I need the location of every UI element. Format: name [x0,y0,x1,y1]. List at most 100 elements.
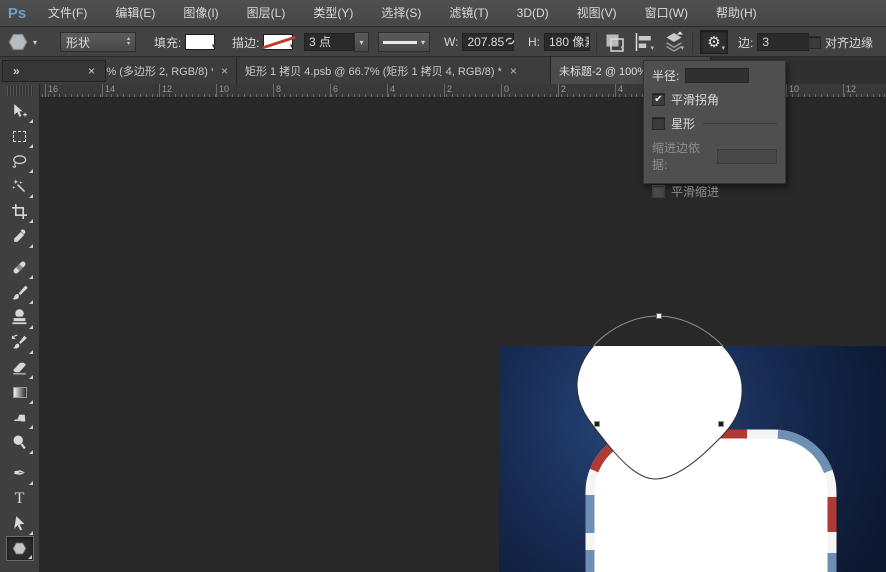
tool-preset-hexagon-icon[interactable] [6,31,30,53]
collapse-panel-icon[interactable]: » [13,61,20,81]
radius-field[interactable] [685,68,750,83]
ruler-label: 8 [276,84,282,94]
spot-healing-brush-tool[interactable] [6,255,34,280]
tool-mode-select[interactable]: 形状 ▴ ▾ [60,32,136,52]
stroke-style-line-icon [383,40,417,44]
fill-color-swatch[interactable]: ▾ [185,34,216,50]
tool-flyout-icon [28,144,33,148]
fill-dropdown-icon: ▾ [211,43,216,50]
tab-title: 矩形 1 拷贝 4.psb @ 66.7% (矩形 1 拷贝 4, RGB/8)… [245,65,502,78]
polygon-options-popup: 半径: ✔ 平滑拐角 星形 缩进边依据: 平滑缩进 [643,60,786,199]
tools-panel: ☛ ✒ T [0,84,40,572]
ruler-label: 10 [789,84,800,94]
tool-flyout-icon [28,450,33,454]
smooth-indent-checkbox [652,185,665,198]
align-edges-checkbox[interactable] [808,35,821,49]
width-label: W: [444,35,459,49]
clone-stamp-tool[interactable] [6,305,34,330]
tab-close-icon[interactable]: × [221,64,228,78]
document-tab-1[interactable]: 矩形 1 拷贝 4.psb @ 66.7% (矩形 1 拷贝 4, RGB/8)… [237,57,551,84]
tool-flyout-icon [28,119,33,123]
geometry-options-gear-button[interactable]: ⚙ ▾ [700,30,728,54]
gear-icon: ⚙ [707,33,721,51]
link-dimensions-icon[interactable] [502,35,518,50]
menu-item-8[interactable]: 视图(V) [563,0,631,26]
star-label: 星形 [671,117,696,131]
stroke-width-dropdown[interactable]: ▾ [354,32,369,52]
separator [692,31,693,53]
tool-flyout-icon [28,244,33,248]
smooth-corners-checkbox[interactable]: ✔ [652,93,665,106]
shape-height-field[interactable]: 180 像素 [544,33,590,51]
stroke-width-field[interactable]: 3 点 [304,33,354,51]
rectangular-marquee-tool[interactable] [6,124,34,149]
history-brush-tool[interactable] [6,330,34,355]
menu-item-10[interactable]: 帮助(H) [702,0,771,26]
tool-flyout-icon [28,300,33,304]
move-tool[interactable] [6,99,34,124]
eraser-tool[interactable] [6,355,34,380]
magic-wand-tool[interactable] [6,174,34,199]
menu-item-3[interactable]: 图层(L) [233,0,300,26]
path-operations-button[interactable]: ▾ [602,31,626,53]
tool-flyout-icon [28,425,33,429]
indent-by-label: 缩进边依据: [652,141,701,172]
tool-flyout-icon [28,219,33,223]
radius-label: 半径: [652,69,680,83]
tool-flyout-icon [28,325,33,329]
ruler-label: 16 [48,84,59,94]
crop-tool[interactable] [6,199,34,224]
tool-flyout-icon [28,481,33,485]
menu-item-1[interactable]: 编辑(E) [101,0,169,26]
pen-tool[interactable]: ✒ [6,461,34,486]
path-alignment-button[interactable]: ▾ [632,31,656,53]
brush-tool[interactable] [6,280,34,305]
height-label: H: [528,35,540,49]
smooth-corners-label: 平滑拐角 [671,93,720,107]
close-panel-icon[interactable]: × [88,61,95,81]
tool-flyout-icon [28,375,33,379]
stroke-color-swatch[interactable]: ▾ [262,34,296,50]
menu-item-4[interactable]: 类型(Y) [299,0,367,26]
type-tool[interactable]: T [6,486,34,511]
sides-field[interactable]: 3 [757,33,810,51]
stroke-dropdown-icon: ▾ [289,43,294,50]
tool-flyout-icon [27,555,32,559]
star-checkbox[interactable] [652,117,665,130]
tool-flyout-icon [28,350,33,354]
menu-item-9[interactable]: 窗口(W) [631,0,702,26]
stroke-label: 描边: [232,35,260,50]
menu-item-2[interactable]: 图像(I) [169,0,232,26]
tab-close-icon[interactable]: × [510,64,517,78]
ruler-label: 10 [219,84,230,94]
separator [596,31,597,53]
ruler-label: 6 [333,84,339,94]
tool-options-bar: ▾ 形状 ▴ ▾ 填充: ▾ 描边: ▾ 3 点 ▾ ▾ W: 207.85 H… [0,27,886,57]
lasso-tool[interactable] [6,149,34,174]
ruler-label: 12 [162,84,173,94]
anchor-point-top[interactable] [656,313,662,319]
smudge-tool[interactable]: ☛ [6,405,34,430]
menu-item-0[interactable]: 文件(F) [34,0,101,26]
indent-by-field [717,148,777,164]
polygon-tool[interactable] [5,536,34,561]
anchor-point-right[interactable] [718,421,724,427]
ruler-label: 2 [561,84,567,94]
tool-flyout-icon [28,400,33,404]
menu-item-6[interactable]: 滤镜(T) [435,0,502,26]
tool-flyout-icon [28,531,33,535]
panel-grabber[interactable] [6,86,33,96]
anchor-point-left[interactable] [594,421,600,427]
menu-item-5[interactable]: 选择(S) [367,0,435,26]
path-selection-tool[interactable] [6,511,34,536]
tool-flyout-icon [28,275,33,279]
photoshop-window: { "menu": { "logo": "Ps", "items": ["文件(… [0,0,886,572]
stroke-style-select[interactable]: ▾ [378,32,430,52]
eyedropper-tool[interactable] [6,224,34,249]
path-arrangement-button[interactable]: ▾ [662,31,686,53]
dodge-tool[interactable] [6,430,34,455]
gradient-tool[interactable] [6,380,34,405]
menu-bar: Ps 文件(F) 编辑(E) 图像(I) 图层(L) 类型(Y) 选择(S) 滤镜(T) 3D… [0,0,886,27]
menu-item-7[interactable]: 3D(D) [503,0,563,26]
tool-preset-dropdown-icon[interactable]: ▾ [33,38,37,47]
